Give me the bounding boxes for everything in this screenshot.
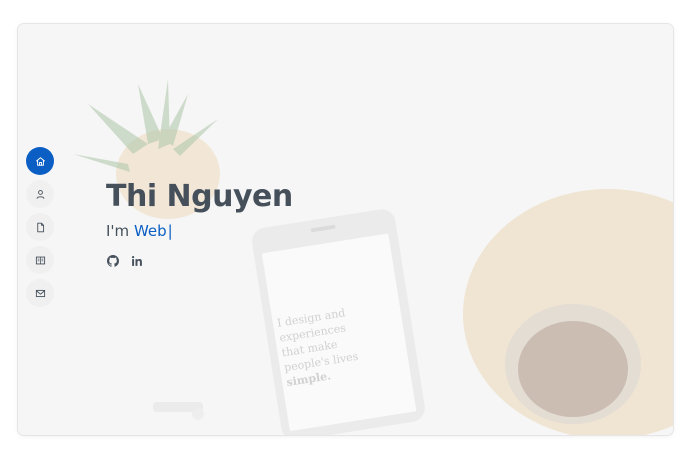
nav-item-portfolio[interactable] — [26, 246, 54, 274]
typed-prefix: I'm — [106, 222, 130, 240]
home-icon — [35, 156, 45, 166]
side-navigation — [26, 147, 56, 307]
social-links — [106, 254, 293, 268]
envelope-icon — [35, 289, 45, 297]
hero-tagline: I'm Web| — [106, 222, 293, 240]
nav-item-home[interactable] — [26, 147, 54, 175]
github-icon — [107, 255, 119, 267]
hero-name: Thi Nguyen — [106, 179, 293, 214]
hero-section: I design and experiences that make peopl… — [18, 24, 673, 435]
linkedin-link[interactable] — [130, 254, 144, 268]
person-icon — [35, 189, 45, 199]
typed-word: Web — [133, 222, 167, 240]
nav-item-about[interactable] — [26, 180, 54, 208]
nav-item-contact[interactable] — [26, 279, 54, 307]
nav-item-resume[interactable] — [26, 213, 54, 241]
book-icon — [35, 256, 45, 264]
linkedin-icon — [131, 255, 142, 266]
github-link[interactable] — [106, 254, 120, 268]
typed-cursor: | — [167, 222, 173, 240]
hero-content: Thi Nguyen I'm Web| — [106, 179, 293, 268]
file-icon — [36, 222, 44, 232]
